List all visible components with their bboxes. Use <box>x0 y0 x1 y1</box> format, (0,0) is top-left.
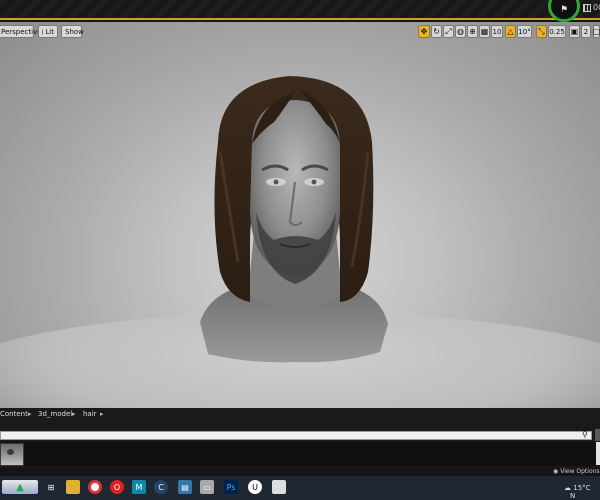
maximize-viewport-button[interactable]: □ <box>593 25 600 38</box>
photos-icon[interactable]: ▤ <box>178 480 192 494</box>
translate-icon: ✥ <box>420 26 428 36</box>
grid-snap-value[interactable]: 10 <box>491 25 503 38</box>
record-button[interactable]: ⚑ <box>548 0 580 22</box>
lit-icon <box>42 28 44 35</box>
camera-speed-value[interactable]: 2 <box>581 25 591 38</box>
scale-icon: ⤢ <box>445 26 452 36</box>
camera-icon: ▣ <box>570 26 579 36</box>
translate-tool-button[interactable]: ✥ <box>418 25 430 38</box>
scale-tool-button[interactable]: ⤢ <box>443 25 454 38</box>
screen: ⚑ 00 Perspective Lit Show ✥ ↻ ⤢ ◍ ⊕ ▦ 10… <box>0 0 600 500</box>
rotate-tool-button[interactable]: ↻ <box>431 25 442 38</box>
globe-icon: ◍ <box>457 26 464 36</box>
world-local-button[interactable]: ◍ <box>455 25 466 38</box>
breadcrumb-arrow-icon: ▸ <box>100 410 104 418</box>
grid-snap-text: 10 <box>492 27 502 36</box>
top-right-text: 00 <box>593 3 600 12</box>
editor-top-bar: ⚑ 00 <box>0 0 600 22</box>
opera-icon[interactable]: O <box>110 480 124 494</box>
weather-widget[interactable]: ☁ 15°C N <box>564 484 600 500</box>
breadcrumb-content[interactable]: Content <box>0 410 28 418</box>
lit-label: Lit <box>45 27 54 36</box>
camera-speed-icon-button[interactable]: ▣ <box>569 25 580 38</box>
asset-search-input[interactable] <box>0 431 592 440</box>
taskbar-trailing-text: N <box>570 492 576 500</box>
rotation-snap-icon: △ <box>507 26 514 36</box>
notepad-icon[interactable] <box>272 480 286 494</box>
maximize-icon: □ <box>592 26 600 36</box>
rotation-snap-text: 10° <box>518 27 531 36</box>
perspective-button[interactable]: Perspective <box>0 25 42 38</box>
weather-temp: 15°C <box>573 484 591 492</box>
chrome-icon[interactable] <box>88 480 102 494</box>
character-bust-model[interactable] <box>190 62 400 392</box>
grid-snap-icon: ▦ <box>480 26 489 36</box>
breadcrumb-3d-model[interactable]: 3d_model <box>38 410 72 418</box>
grid-icon <box>583 3 591 12</box>
rotate-icon: ↻ <box>433 26 440 36</box>
asset-grid <box>0 442 596 466</box>
scale-snap-text: 0.25 <box>549 27 565 36</box>
search-icon[interactable]: ⚲ <box>582 430 592 440</box>
perspective-label: Perspective <box>1 27 42 36</box>
level-viewport[interactable]: Perspective Lit Show ✥ ↻ ⤢ ◍ ⊕ ▦ 10 △ 10… <box>0 22 600 408</box>
breadcrumb-arrow-icon: ▸ <box>28 410 32 418</box>
surface-snap-button[interactable]: ⊕ <box>467 25 478 38</box>
cinema4d-icon[interactable]: C <box>154 480 168 494</box>
asset-scrollbar[interactable] <box>596 442 600 465</box>
surface-snap-icon: ⊕ <box>469 26 476 36</box>
breadcrumb-hair[interactable]: hair <box>83 410 97 418</box>
file-explorer-icon[interactable] <box>66 480 80 494</box>
app-m-icon[interactable]: M <box>132 480 146 494</box>
photoshop-icon[interactable]: Ps <box>224 480 238 494</box>
task-view-icon[interactable]: ⊞ <box>44 480 58 494</box>
asset-thumbnail[interactable] <box>0 443 24 466</box>
printer-icon[interactable]: ▭ <box>200 480 214 494</box>
view-options-button[interactable]: ◉ View Options <box>553 468 600 475</box>
start-tree-icon: ▲ <box>16 481 24 493</box>
show-label: Show <box>65 27 84 36</box>
scale-snap-icon: ⤡ <box>538 26 545 36</box>
rotation-snap-toggle[interactable]: △ <box>505 25 516 38</box>
top-right-readout: 00 <box>583 3 600 12</box>
scale-snap-toggle[interactable]: ⤡ <box>536 25 547 38</box>
eye-icon: ◉ <box>553 468 559 475</box>
rotation-snap-value[interactable]: 10° <box>517 25 532 38</box>
unreal-icon[interactable]: U <box>248 480 262 494</box>
camera-speed-text: 2 <box>583 27 589 36</box>
show-button[interactable]: Show <box>61 25 84 38</box>
scale-snap-value[interactable]: 0.25 <box>548 25 566 38</box>
view-options-label: View Options <box>560 468 600 475</box>
cloud-icon: ☁ <box>564 484 571 492</box>
grid-snap-toggle[interactable]: ▦ <box>479 25 490 38</box>
record-icon: ⚑ <box>559 5 569 15</box>
filter-panel-toggle[interactable] <box>595 429 600 441</box>
breadcrumb-arrow-icon: ▸ <box>72 410 76 418</box>
start-thumbnail[interactable]: ▲ <box>2 480 38 494</box>
lit-button[interactable]: Lit <box>38 25 58 38</box>
